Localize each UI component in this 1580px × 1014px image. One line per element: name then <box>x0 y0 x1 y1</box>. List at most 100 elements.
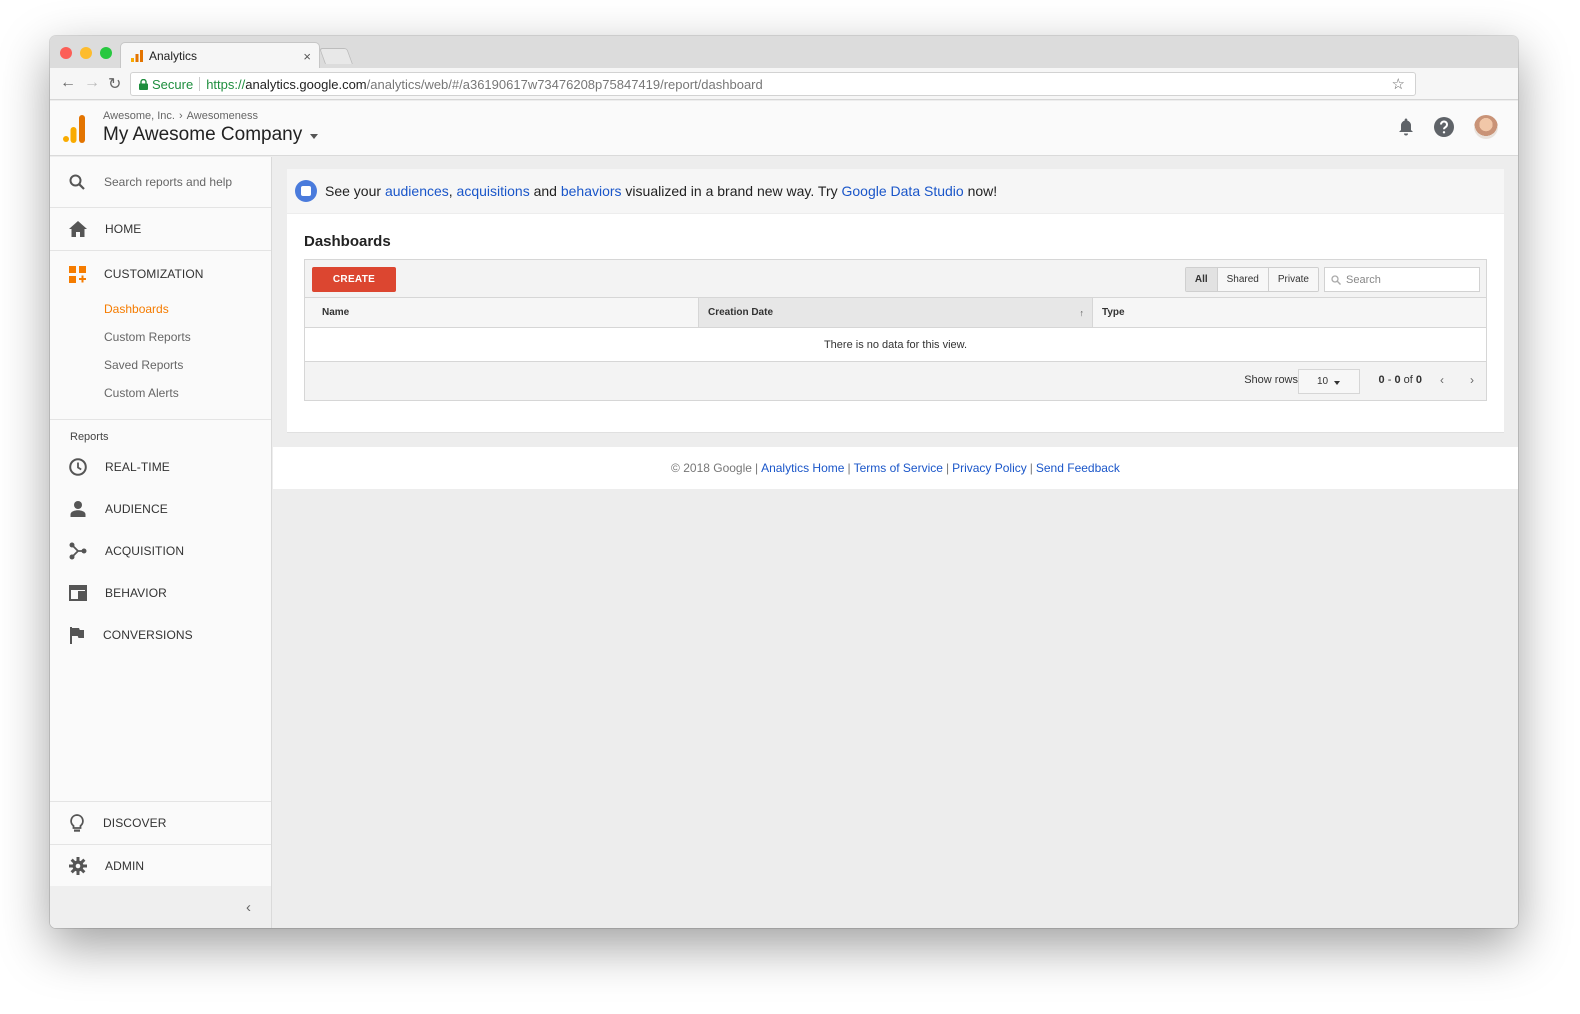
close-window-button[interactable] <box>60 47 72 59</box>
column-header-label: Type <box>1102 307 1125 318</box>
sidebar-item-customization[interactable]: CUSTOMIZATION <box>50 253 271 295</box>
terms-of-service-link[interactable]: Terms of Service <box>854 461 943 475</box>
table-header: Name Creation Date ↑ Type <box>305 298 1486 328</box>
secure-indicator[interactable]: Secure <box>139 77 193 92</box>
bookmark-star-icon[interactable]: ☆ <box>1392 75 1405 93</box>
sidebar-item-home[interactable]: HOME <box>50 208 271 250</box>
person-icon <box>70 501 86 517</box>
url-domain: analytics.google.com <box>245 76 367 92</box>
help-icon[interactable] <box>1434 117 1454 137</box>
breadcrumb[interactable]: Awesome, Inc. › Awesomeness <box>103 110 258 122</box>
filter-shared-button[interactable]: Shared <box>1217 268 1269 291</box>
account-selector[interactable]: My Awesome Company <box>103 124 319 146</box>
reports-heading: Reports <box>70 431 109 443</box>
sidebar-item-label: ADMIN <box>105 859 145 873</box>
sidebar-subitem-dashboards[interactable]: Dashboards <box>50 295 271 323</box>
collapse-sidebar-button[interactable]: ‹ <box>50 886 271 928</box>
column-header-name[interactable]: Name <box>305 298 699 327</box>
sidebar-search[interactable]: Search reports and help <box>50 157 271 208</box>
column-header-creation-date[interactable]: Creation Date ↑ <box>699 298 1093 327</box>
browser-toolbar: ← → ↻ Secure https:// analytics.google.c… <box>50 68 1518 100</box>
customization-grid-icon <box>69 265 86 283</box>
url-scheme: https:// <box>206 76 246 92</box>
flag-icon <box>70 626 84 644</box>
analytics-home-link[interactable]: Analytics Home <box>761 461 844 475</box>
new-tab-button[interactable] <box>319 48 353 64</box>
google-analytics-logo-icon[interactable] <box>63 115 85 143</box>
sidebar-item-label: DISCOVER <box>103 816 167 830</box>
window-controls <box>60 47 112 59</box>
breadcrumb-property: Awesomeness <box>186 110 258 122</box>
forward-arrow-icon[interactable]: → <box>84 74 100 92</box>
notifications-bell-icon[interactable] <box>1398 118 1414 136</box>
filter-all-button[interactable]: All <box>1185 268 1218 291</box>
main-content: See your audiences , acquisitions and be… <box>273 157 1518 928</box>
search-placeholder: Search <box>1346 273 1381 286</box>
maximize-window-button[interactable] <box>100 47 112 59</box>
address-bar[interactable]: Secure https:// analytics.google.com /an… <box>130 72 1416 96</box>
column-header-type[interactable]: Type <box>1093 298 1486 327</box>
sidebar-item-behavior[interactable]: BEHAVIOR <box>50 572 271 614</box>
empty-state-message: There is no data for this view. <box>305 328 1486 362</box>
banner-text: visualized in a brand new way. Try <box>621 183 842 199</box>
send-feedback-link[interactable]: Send Feedback <box>1036 461 1120 475</box>
sidebar-item-label: HOME <box>105 222 142 236</box>
data-studio-icon <box>295 180 317 202</box>
dashboard-search-input[interactable]: Search <box>1324 267 1480 292</box>
chevron-left-icon: ‹ <box>246 898 251 916</box>
privacy-policy-link[interactable]: Privacy Policy <box>952 461 1027 475</box>
behavior-window-icon <box>69 585 87 601</box>
behaviors-link[interactable]: behaviors <box>561 183 622 199</box>
show-rows-label: Show rows <box>1244 374 1298 386</box>
banner-text: and <box>529 183 561 199</box>
tab-close-icon[interactable]: × <box>303 49 311 64</box>
dashboards-table: CREATE All Shared Private Search Name Cr… <box>304 259 1487 401</box>
next-page-chevron-icon[interactable]: › <box>1470 373 1474 387</box>
acquisition-branch-icon <box>69 542 87 560</box>
account-title: My Awesome Company <box>103 124 303 145</box>
filter-private-button[interactable]: Private <box>1268 268 1318 291</box>
sidebar-item-audience[interactable]: AUDIENCE <box>50 488 271 530</box>
search-icon <box>1331 274 1341 285</box>
sidebar-subitem-custom-reports[interactable]: Custom Reports <box>50 323 271 351</box>
rows-per-page-select[interactable]: 10 <box>1298 369 1360 394</box>
sidebar-item-discover[interactable]: DISCOVER <box>50 802 271 844</box>
analytics-favicon-icon <box>131 50 143 62</box>
sidebar-item-admin[interactable]: ADMIN <box>50 845 271 887</box>
user-avatar[interactable] <box>1474 115 1498 139</box>
acquisitions-link[interactable]: acquisitions <box>457 183 530 199</box>
table-footer: Show rows 10 0 - 0 of 0 ‹ › <box>305 362 1486 400</box>
footer-separator: | <box>1029 461 1033 475</box>
browser-tab[interactable]: Analytics × <box>120 42 320 69</box>
sidebar-item-realtime[interactable]: REAL-TIME <box>50 446 271 488</box>
sidebar-subitem-custom-alerts[interactable]: Custom Alerts <box>50 379 271 407</box>
page-footer: © 2018 Google | Analytics Home | Terms o… <box>273 447 1518 489</box>
sidebar-item-label: REAL-TIME <box>105 460 170 474</box>
tab-title: Analytics <box>149 49 198 63</box>
address-divider <box>199 77 201 91</box>
lock-icon <box>139 78 148 90</box>
minimize-window-button[interactable] <box>80 47 92 59</box>
back-arrow-icon[interactable]: ← <box>60 74 76 92</box>
sidebar-item-conversions[interactable]: CONVERSIONS <box>50 614 271 656</box>
sidebar-subitem-saved-reports[interactable]: Saved Reports <box>50 351 271 379</box>
reload-icon[interactable]: ↻ <box>108 74 121 94</box>
sidebar-item-label: ACQUISITION <box>105 544 185 558</box>
dashboards-card: Dashboards CREATE All Shared Private Sea… <box>287 214 1504 433</box>
home-icon <box>69 221 87 237</box>
breadcrumb-chevron-icon: › <box>178 110 183 122</box>
prev-page-chevron-icon[interactable]: ‹ <box>1440 373 1444 387</box>
url-path: /analytics/web/#/a36190617w73476208p7584… <box>366 76 763 92</box>
data-studio-link[interactable]: Google Data Studio <box>842 183 964 199</box>
audiences-link[interactable]: audiences <box>385 183 449 199</box>
create-button[interactable]: CREATE <box>312 267 396 292</box>
clock-icon <box>69 458 87 476</box>
table-toolbar: CREATE All Shared Private Search <box>305 260 1486 298</box>
column-header-label: Creation Date <box>708 307 774 318</box>
sidebar-divider <box>50 419 271 420</box>
rows-per-page-value: 10 <box>1317 376 1329 387</box>
sidebar: Search reports and help HOME CUSTOMIZATI… <box>50 157 272 928</box>
sidebar-item-label: AUDIENCE <box>105 502 168 516</box>
sidebar-item-acquisition[interactable]: ACQUISITION <box>50 530 271 572</box>
footer-separator: | <box>847 461 851 475</box>
